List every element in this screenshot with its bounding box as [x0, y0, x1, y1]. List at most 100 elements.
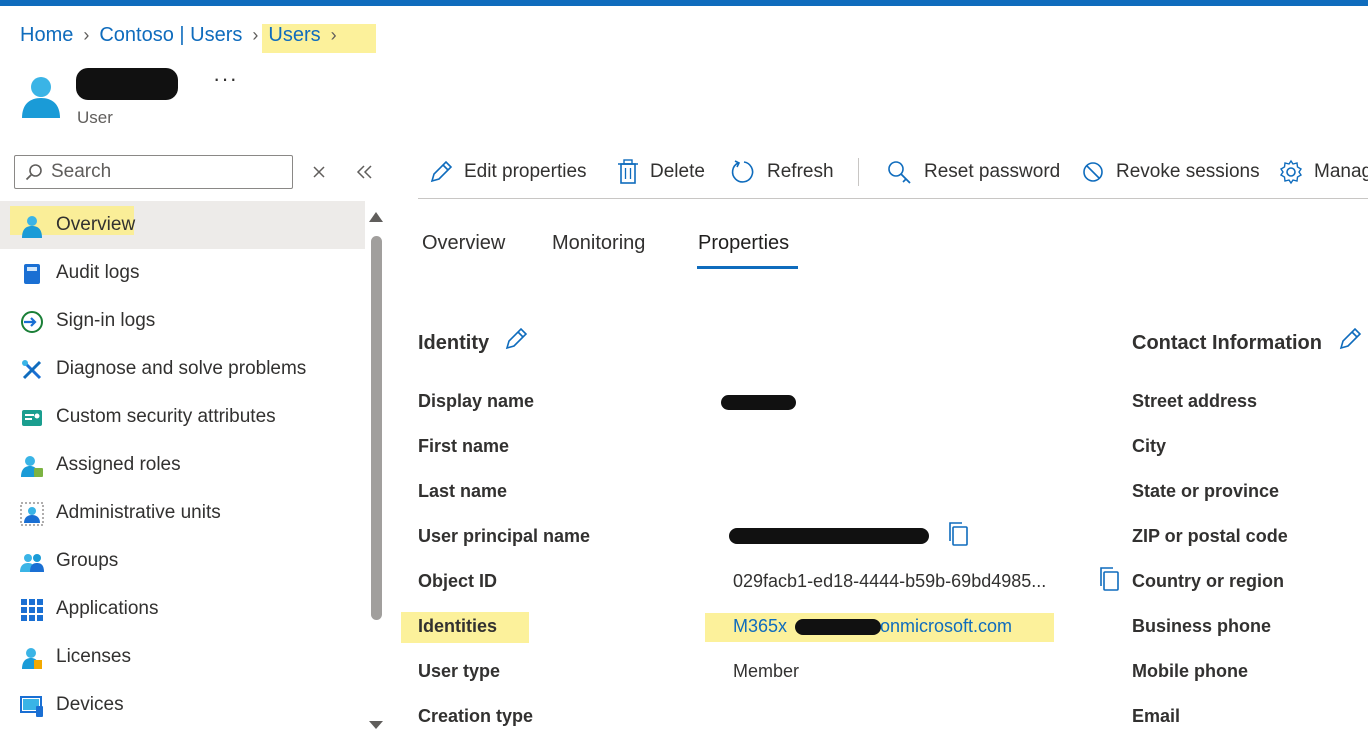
breadcrumb-home[interactable]: Home	[20, 24, 73, 47]
close-icon[interactable]	[311, 162, 327, 182]
scroll-down-arrow-icon[interactable]	[369, 721, 383, 729]
refresh-icon	[731, 160, 754, 183]
wrench-icon	[22, 360, 42, 380]
copy-upn-icon[interactable]	[946, 521, 970, 547]
search-box[interactable]	[14, 155, 293, 189]
search-icon	[25, 164, 42, 181]
nav-label: Sign-in logs	[56, 310, 156, 331]
city-label: City	[1132, 436, 1167, 456]
gear-icon	[1280, 159, 1302, 185]
mobile-phone-label: Mobile phone	[1132, 661, 1248, 681]
nav-item-sign-in-logs[interactable]: Sign-in logs	[0, 297, 365, 345]
state-label: State or province	[1132, 481, 1280, 501]
chevron-right-icon: ›	[252, 24, 259, 45]
object-id-value: 029facb1-ed18-4444-b59b-69bd4985...	[733, 571, 1047, 591]
revoke-sessions-label: Revoke sessions	[1116, 161, 1260, 182]
nav-label: Groups	[56, 550, 119, 571]
groups-icon	[20, 554, 44, 572]
chevron-right-icon: ›	[83, 24, 90, 45]
tab-overview[interactable]: Overview	[422, 232, 505, 255]
key-search-icon	[888, 161, 911, 184]
identities-label: Identities	[418, 616, 498, 636]
reset-password-button[interactable]: Reset password	[886, 158, 1060, 186]
nav-label: Administrative units	[56, 502, 221, 523]
block-icon	[1083, 162, 1103, 182]
nav-label: Licenses	[56, 646, 131, 667]
nav-item-devices[interactable]: Devices	[0, 681, 365, 729]
nav-item-custom-security-attributes[interactable]: Custom security attributes	[0, 393, 365, 441]
scroll-up-arrow-icon[interactable]	[369, 212, 383, 222]
last-name-label: Last name	[418, 481, 508, 501]
delete-button[interactable]: Delete	[616, 158, 705, 186]
page-subtitle: User	[77, 108, 113, 127]
nav-item-groups[interactable]: Groups	[0, 537, 365, 585]
command-bar: Edit properties Delete Refresh Reset pas…	[418, 150, 1368, 199]
security-attributes-icon	[22, 410, 42, 426]
devices-icon	[20, 696, 43, 717]
identities-value-suffix[interactable]: onmicrosoft.com	[880, 616, 1012, 637]
top-accent-bar	[0, 0, 1368, 6]
copy-object-id-icon[interactable]	[1097, 566, 1121, 592]
nav-item-diagnose[interactable]: Diagnose and solve problems	[0, 345, 365, 393]
collapse-double-chevron-icon[interactable]	[355, 162, 373, 182]
first-name-label: First name	[418, 436, 510, 456]
assigned-roles-icon	[21, 456, 43, 477]
nav-item-assigned-roles[interactable]: Assigned roles	[0, 441, 365, 489]
redacted-user-principal-name	[729, 528, 929, 544]
breadcrumb-users[interactable]: Users	[268, 24, 320, 47]
business-phone-label: Business phone	[1132, 616, 1272, 636]
display-name-label: Display name	[418, 391, 535, 411]
nav-label: Devices	[56, 694, 124, 715]
user-type-label: User type	[418, 661, 501, 681]
identity-section-title: Identity	[418, 332, 490, 354]
refresh-button[interactable]: Refresh	[731, 158, 834, 186]
nav-item-audit-logs[interactable]: Audit logs	[0, 249, 365, 297]
user-avatar-icon	[22, 77, 60, 118]
edit-contact-pencil-icon[interactable]	[1337, 326, 1363, 352]
breadcrumb: Home › Contoso | Users › Users ›	[20, 20, 347, 50]
zip-label: ZIP or postal code	[1132, 526, 1288, 546]
active-tab-indicator	[697, 266, 798, 269]
nav-item-applications[interactable]: Applications	[0, 585, 365, 633]
edit-properties-label: Edit properties	[464, 161, 587, 182]
identities-value-prefix[interactable]: M365x	[733, 616, 787, 637]
book-icon	[24, 264, 40, 284]
search-input[interactable]	[49, 160, 283, 184]
redacted-identity-domain	[795, 619, 881, 635]
delete-label: Delete	[650, 161, 705, 182]
refresh-label: Refresh	[767, 161, 834, 182]
street-address-label: Street address	[1132, 391, 1258, 411]
edit-properties-button[interactable]: Edit properties	[428, 158, 587, 186]
user-type-value: Member	[733, 661, 800, 681]
nav-label: Assigned roles	[56, 454, 181, 475]
sign-in-icon	[21, 311, 43, 333]
nav-label: Custom security attributes	[56, 406, 276, 427]
nav-label: Applications	[56, 598, 159, 619]
pencil-icon	[430, 160, 453, 183]
toolbar-divider	[858, 158, 859, 186]
edit-identity-pencil-icon[interactable]	[503, 326, 529, 352]
tab-monitoring[interactable]: Monitoring	[552, 232, 645, 255]
side-nav: Overview Audit logs Sign-in logs Diagnos…	[0, 201, 365, 729]
country-label: Country or region	[1132, 571, 1284, 591]
nav-item-overview[interactable]: Overview	[0, 201, 365, 249]
nav-label: Audit logs	[56, 262, 140, 283]
manage-label: Manag	[1314, 161, 1368, 182]
nav-scrollbar-thumb[interactable]	[371, 236, 382, 620]
user-icon	[22, 216, 42, 238]
trash-icon	[618, 159, 638, 184]
manage-button[interactable]: Manag	[1278, 158, 1368, 186]
tab-properties[interactable]: Properties	[698, 232, 789, 255]
creation-type-label: Creation type	[418, 706, 534, 726]
more-options-button[interactable]: ···	[213, 66, 238, 92]
contact-section-title: Contact Information	[1132, 332, 1322, 354]
nav-item-licenses[interactable]: Licenses	[0, 633, 365, 681]
nav-label: Overview	[56, 214, 136, 235]
redacted-user-name	[76, 68, 178, 100]
email-label: Email	[1132, 706, 1181, 726]
object-id-label: Object ID	[418, 571, 498, 591]
breadcrumb-tenant-users[interactable]: Contoso | Users	[99, 24, 242, 47]
revoke-sessions-button[interactable]: Revoke sessions	[1080, 158, 1260, 186]
upn-label: User principal name	[418, 526, 591, 546]
nav-item-administrative-units[interactable]: Administrative units	[0, 489, 365, 537]
